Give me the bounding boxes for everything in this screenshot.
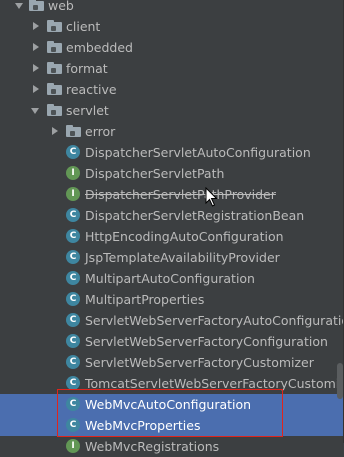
class-icon: C [66,334,81,349]
chevron-right-icon[interactable] [31,16,41,37]
tree-item-class[interactable]: C ServletWebServerFactoryAutoConfigurati… [0,310,344,331]
tree-item-class[interactable]: C DispatcherServletRegistrationBean [0,205,344,226]
tree-item-error[interactable]: error [0,121,344,142]
tree-item-label: error [85,124,116,139]
chevron-right-icon[interactable] [31,58,41,79]
tree-item-label: DispatcherServletRegistrationBean [85,208,305,223]
tree-item-label: WebMvcProperties [85,418,201,433]
tree-item-class-selected[interactable]: C WebMvcAutoConfiguration [0,394,344,415]
tree-item-servlet[interactable]: servlet [0,100,344,121]
project-tree: web client embedded format reactive serv… [0,0,344,457]
package-folder-icon [29,0,45,12]
class-icon: C [66,355,81,370]
package-folder-icon [47,83,63,96]
chevron-right-icon[interactable] [50,121,60,142]
class-icon: C [66,376,81,391]
tree-item-class[interactable]: C MultipartProperties [0,289,344,310]
chevron-down-icon[interactable] [31,100,41,121]
tree-item-label: HttpEncodingAutoConfiguration [85,229,284,244]
package-folder-icon [47,20,63,33]
tree-item-label: embedded [66,40,133,55]
tree-item-label: servlet [66,103,109,118]
tree-item-format[interactable]: format [0,58,344,79]
tree-item-label: web [48,0,74,13]
tree-item-embedded[interactable]: embedded [0,37,344,58]
interface-icon: I [66,187,81,202]
tree-item-label: WebMvcAutoConfiguration [85,397,252,412]
interface-icon: I [66,166,81,181]
tree-item-reactive[interactable]: reactive [0,79,344,100]
tree-item-label: DispatcherServletPath [85,166,225,181]
tree-item-class[interactable]: C ServletWebServerFactoryCustomizer [0,352,344,373]
interface-icon: I [66,439,81,454]
tree-item-class[interactable]: C TomcatServletWebServerFactoryCustomize… [0,373,344,394]
tree-item-label: MultipartProperties [85,292,205,307]
class-icon: C [66,250,81,265]
tree-item-class[interactable]: C JspTemplateAvailabilityProvider [0,247,344,268]
class-icon: C [66,397,81,412]
tree-item-class[interactable]: C ServletWebServerFactoryConfiguration [0,331,344,352]
class-icon: C [66,271,81,286]
tree-item-label: DispatcherServletAutoConfiguration [85,145,311,160]
tree-item-class[interactable]: C MultipartAutoConfiguration [0,268,344,289]
class-icon: C [66,418,81,433]
package-folder-icon [47,104,63,117]
chevron-down-icon[interactable] [15,0,25,16]
tree-item-web[interactable]: web [0,0,344,16]
mouse-cursor-icon [205,187,218,207]
tree-item-label: ServletWebServerFactoryConfiguration [85,334,328,349]
tree-item-label: DispatcherServletPathProvider [85,187,276,202]
class-icon: C [66,313,81,328]
chevron-right-icon[interactable] [31,79,41,100]
tree-item-label: TomcatServletWebServerFactoryCustomizer [85,376,344,391]
tree-item-label: MultipartAutoConfiguration [85,271,255,286]
tree-item-class[interactable]: C HttpEncodingAutoConfiguration [0,226,344,247]
package-folder-icon [47,62,63,75]
tree-item-class[interactable]: C DispatcherServletAutoConfiguration [0,142,344,163]
tree-item-label: reactive [66,82,117,97]
tree-item-client[interactable]: client [0,16,344,37]
tree-item-label: WebMvcRegistrations [85,439,220,454]
tree-item-label: client [66,19,101,34]
package-folder-icon [47,41,63,54]
class-icon: C [66,292,81,307]
tree-item-label: ServletWebServerFactoryAutoConfiguration [85,313,344,328]
tree-item-label: format [66,61,108,76]
tree-item-interface[interactable]: I WebMvcRegistrations [0,436,344,457]
class-icon: C [66,208,81,223]
tree-item-label: JspTemplateAvailabilityProvider [85,250,280,265]
tree-item-interface[interactable]: I DispatcherServletPathProvider [0,184,344,205]
tree-item-interface[interactable]: I DispatcherServletPath [0,163,344,184]
tree-item-label: ServletWebServerFactoryCustomizer [85,355,314,370]
class-icon: C [66,229,81,244]
tree-item-class-selected[interactable]: C WebMvcProperties [0,415,344,436]
chevron-right-icon[interactable] [31,37,41,58]
package-folder-icon [66,125,82,138]
class-icon: C [66,145,81,160]
